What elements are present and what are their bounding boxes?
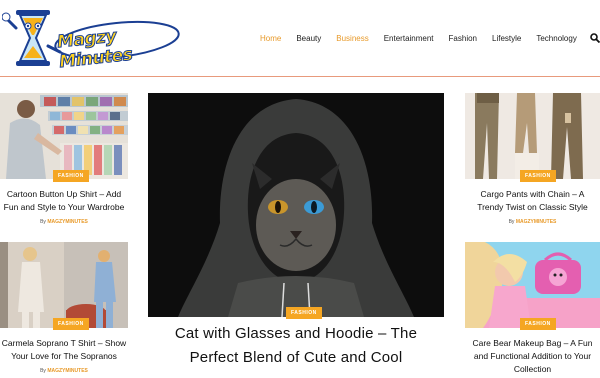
category-badge[interactable]: FASHION <box>53 318 89 330</box>
featured-image-cat-hoodie[interactable] <box>148 93 444 317</box>
author-link[interactable]: MAGZYMINUTES <box>516 219 557 225</box>
title-line: Cargo Pants with Chain – A <box>480 189 585 199</box>
cargo-pants-photo <box>465 93 600 179</box>
category-badge[interactable]: FASHION <box>53 170 89 182</box>
card-image-cargo-pants[interactable] <box>465 93 600 179</box>
title-line: and Functional Addition to Your <box>473 351 592 361</box>
title-line: Your Love for The Sopranos <box>11 351 117 361</box>
title-line: Trendy Twist on Classic Style <box>477 202 588 212</box>
cat-hoodie-photo <box>148 93 444 317</box>
post-title-care-bear-bag[interactable]: Care Bear Makeup Bag – A Fun and Functio… <box>465 337 600 376</box>
title-line: Cartoon Button Up Shirt – Add <box>6 189 122 199</box>
clothing-store-photo <box>0 93 128 179</box>
title-line: Fun and Style to Your Wardrobe <box>3 202 125 212</box>
post-byline: By MAGZYMINUTES <box>0 219 128 225</box>
card-image-carmela-shirt[interactable] <box>0 242 128 328</box>
site-header: Magzy Minutes Home Beauty Business Enter… <box>0 0 600 77</box>
nav-item-business[interactable]: Business <box>336 34 368 43</box>
post-title-carmela-shirt[interactable]: Carmela Soprano T Shirt – Show Your Love… <box>0 337 128 363</box>
by-label: By <box>40 368 46 374</box>
nav-item-lifestyle[interactable]: Lifestyle <box>492 34 521 43</box>
card-image-cartoon-shirt[interactable] <box>0 93 128 179</box>
nav-item-home[interactable]: Home <box>260 34 281 43</box>
title-line: Perfect Blend of Cute and Cool <box>189 349 403 366</box>
post-title-cartoon-shirt[interactable]: Cartoon Button Up Shirt – Add Fun and St… <box>0 188 128 214</box>
nav-item-entertainment[interactable]: Entertainment <box>384 34 434 43</box>
title-line: Carmela Soprano T Shirt – Show <box>1 338 127 348</box>
author-link[interactable]: MAGZYMINUTES <box>47 368 88 374</box>
author-link[interactable]: MAGZYMINUTES <box>47 219 88 225</box>
title-line: Care Bear Makeup Bag – A Fun <box>472 338 593 348</box>
featured-post-title[interactable]: Cat with Glasses and Hoodie – The Perfec… <box>148 322 444 370</box>
by-label: By <box>508 219 515 225</box>
search-icon[interactable] <box>590 33 600 43</box>
nav-item-technology[interactable]: Technology <box>536 34 576 43</box>
title-line: Collection <box>513 364 552 374</box>
site-logo[interactable]: Magzy Minutes <box>1 6 180 73</box>
post-byline: By MAGZYMINUTES <box>0 368 128 374</box>
category-badge[interactable]: FASHION <box>286 307 322 319</box>
category-badge[interactable]: FASHION <box>520 170 556 182</box>
post-title-cargo-pants[interactable]: Cargo Pants with Chain – A Trendy Twist … <box>465 188 600 214</box>
category-badge[interactable]: FASHION <box>520 318 556 330</box>
by-label: By <box>40 219 46 225</box>
title-line: Cat with Glasses and Hoodie – The <box>174 325 418 342</box>
nav-item-fashion[interactable]: Fashion <box>449 34 477 43</box>
main-nav: Home Beauty Business Entertainment Fashi… <box>260 34 592 43</box>
card-image-care-bear-bag[interactable] <box>465 242 600 328</box>
care-bear-bag-photo <box>465 242 600 328</box>
nav-item-beauty[interactable]: Beauty <box>296 34 321 43</box>
post-byline: By MAGZYMINUTES <box>465 219 600 225</box>
carmela-photo <box>0 242 128 328</box>
